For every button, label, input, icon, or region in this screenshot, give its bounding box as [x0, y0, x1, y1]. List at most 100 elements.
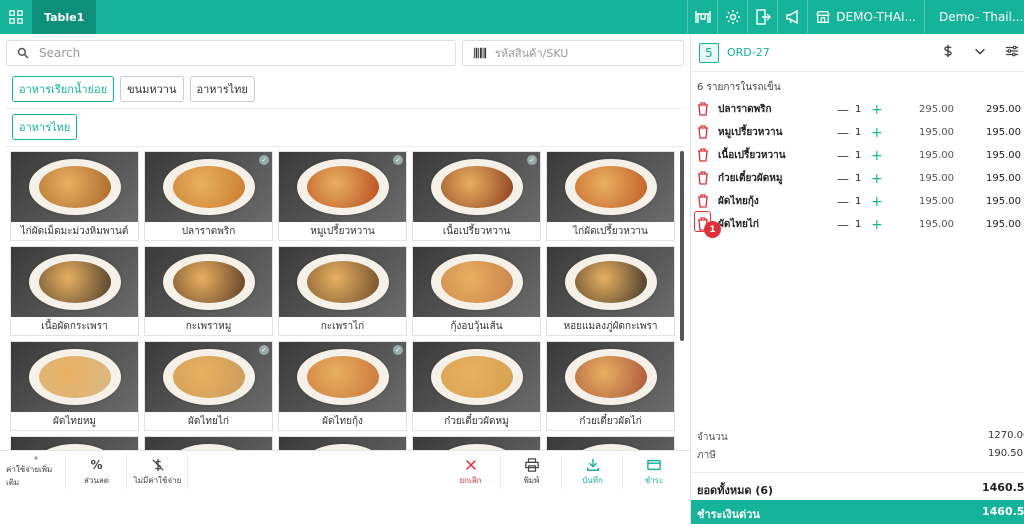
food-shape [38, 166, 111, 208]
increase-qty-button[interactable]: + [871, 171, 883, 187]
category-thai-food[interactable]: อาหารไทย [189, 76, 255, 102]
apps-grid-icon[interactable] [0, 0, 32, 34]
credit-card-icon [647, 459, 661, 470]
product-card[interactable]: ✓ ปลาราดพริก [144, 151, 273, 241]
product-name: ผัดไทยไก่ [188, 415, 229, 427]
line-unit-price: 195.00 [919, 173, 954, 184]
product-card[interactable]: ไก่ผัดเปรี้ยวหวาน [546, 151, 675, 241]
food-shape [440, 166, 513, 208]
decrease-qty-button[interactable]: — [837, 126, 849, 140]
check-icon: ✓ [393, 155, 403, 165]
chevron-down-icon[interactable] [973, 44, 987, 58]
line-total: 195.00 [986, 219, 1021, 230]
food-shape [38, 356, 111, 398]
product-card[interactable]: ✓ หมูเปรี้ยวหวาน [278, 151, 407, 241]
trash-icon[interactable] [697, 148, 709, 162]
top-bar: Table1 DEMO-THAI... Demo- Thail... [0, 0, 1024, 34]
notification-badge: 1 [704, 221, 721, 238]
pay-button[interactable]: ชำระ [624, 455, 684, 489]
no-cost-button[interactable]: ไม่มีค่าใช้จ่าย [128, 455, 188, 489]
product-grid: ไก่ผัดเม็ดมะม่วงหิมพานต์ ✓ ปลาราดพริก ✓ หมูเ… [10, 151, 680, 481]
product-name: หอยแมลงภู่ผัดกะเพรา [563, 320, 658, 332]
order-header: 5 ORD-27 [691, 34, 1024, 72]
product-card[interactable]: ✓ เนื้อเปรี้ยวหวาน [412, 151, 541, 241]
product-name: กะเพราหมู [185, 320, 232, 332]
decrease-qty-button[interactable]: — [837, 149, 849, 163]
product-name: เนื้อผัดกระเพรา [41, 320, 108, 332]
decrease-qty-button[interactable]: — [837, 172, 849, 186]
decrease-qty-button[interactable]: — [837, 218, 849, 232]
product-card[interactable]: ผัดไทยหมู [10, 341, 139, 431]
product-card[interactable]: ไก่ผัดเม็ดมะม่วงหิมพานต์ [10, 151, 139, 241]
product-name: เนื้อเปรี้ยวหวาน [442, 225, 511, 237]
product-grid-scrollbar[interactable] [680, 151, 684, 341]
increase-qty-button[interactable]: + [871, 102, 883, 118]
gear-icon[interactable] [717, 0, 747, 34]
discount-button[interactable]: % ส่วนลด [67, 455, 127, 489]
user-menu[interactable]: Demo- Thail... [924, 0, 1024, 34]
logout-icon[interactable] [747, 0, 777, 34]
food-shape [172, 261, 245, 303]
line-total: 195.00 [986, 173, 1021, 184]
no-dollar-icon [151, 458, 164, 471]
increase-qty-button[interactable]: + [871, 148, 883, 164]
table-icon[interactable] [687, 0, 717, 34]
product-card[interactable]: กะเพราไก่ [278, 246, 407, 336]
subcategory-thai-food[interactable]: อาหารไทย [12, 114, 78, 140]
quick-pay-button[interactable]: ชำระเงินด่วน 1460.50 [691, 500, 1024, 524]
megaphone-icon[interactable] [777, 0, 807, 34]
extra-cost-button[interactable]: ค่าใช้จ่ายเพิ่มเติม [6, 455, 66, 489]
increase-qty-button[interactable]: + [871, 194, 883, 210]
product-card[interactable]: ✓ ผัดไทยกุ้ง [278, 341, 407, 431]
search-input[interactable]: Search [6, 40, 456, 66]
extra-cost-label: ค่าใช้จ่ายเพิ่มเติม [6, 465, 53, 487]
decrease-qty-button[interactable]: — [837, 103, 849, 117]
trash-icon[interactable] [697, 102, 709, 116]
settings-sliders-icon[interactable] [1005, 44, 1019, 58]
sku-input[interactable]: รหัสสินค้า/SKU [462, 40, 684, 66]
subcategory-row: อาหารไทย [12, 114, 78, 140]
product-card[interactable]: ✓ ผัดไทยไก่ [144, 341, 273, 431]
food-shape [306, 261, 379, 303]
line-item-name: ผัดไทยกุ้ง [718, 196, 759, 207]
increase-qty-button[interactable]: + [871, 217, 883, 233]
product-image [547, 152, 674, 222]
line-total: 195.00 [986, 150, 1021, 161]
product-image [11, 152, 138, 222]
increase-qty-button[interactable]: + [871, 125, 883, 141]
category-appetizer[interactable]: อาหารเรียกน้ำย่อย [12, 76, 115, 102]
line-unit-price: 195.00 [919, 219, 954, 230]
product-card[interactable]: กะเพราหมู [144, 246, 273, 336]
line-total: 195.00 [986, 127, 1021, 138]
store-selector[interactable]: DEMO-THAI... [807, 0, 924, 34]
save-button[interactable]: บันทึก [563, 455, 623, 489]
trash-icon[interactable] [697, 125, 709, 139]
trash-icon[interactable] [697, 194, 709, 208]
product-name: ปลาราดพริก [181, 225, 236, 237]
dollar-icon[interactable] [941, 44, 955, 58]
barcode-icon [473, 47, 487, 59]
product-card[interactable]: เนื้อผัดกระเพรา [10, 246, 139, 336]
product-card[interactable]: หอยแมลงภู่ผัดกะเพรา [546, 246, 675, 336]
decrease-qty-button[interactable]: — [837, 195, 849, 209]
food-shape [574, 166, 647, 208]
category-dessert[interactable]: ขนมหวาน [120, 76, 184, 102]
order-line: ก๋วยเตี๋ยวผัดหมู — 1 +195.00 195.00 [691, 167, 1024, 190]
product-card[interactable]: กุ้งอบวุ้นเส้น [412, 246, 541, 336]
order-number[interactable]: 5 [699, 42, 719, 63]
product-card[interactable]: ก๋วยเตี๋ยวผัดไก่ [546, 341, 675, 431]
order-panel: 5 ORD-27 6 รายการในรถเข็น ปลาราดพริก — 1 +2… [690, 34, 1024, 524]
trash-icon[interactable] [697, 171, 709, 185]
product-card[interactable]: ก๋วยเตี๋ยวผัดหมู [412, 341, 541, 431]
print-button[interactable]: พิมพ์ [502, 455, 562, 489]
check-icon: ✓ [259, 155, 269, 165]
line-qty: 1 [855, 219, 862, 230]
tab-table1[interactable]: Table1 [32, 0, 97, 34]
order-actions [941, 44, 1019, 58]
store-label: DEMO-THAI... [836, 10, 916, 24]
cancel-button[interactable]: ยกเลิก [441, 455, 501, 489]
cart-item-count: 6 รายการในรถเข็น [697, 82, 781, 93]
close-icon [465, 459, 476, 470]
product-image [413, 247, 540, 317]
store-icon [816, 11, 830, 23]
